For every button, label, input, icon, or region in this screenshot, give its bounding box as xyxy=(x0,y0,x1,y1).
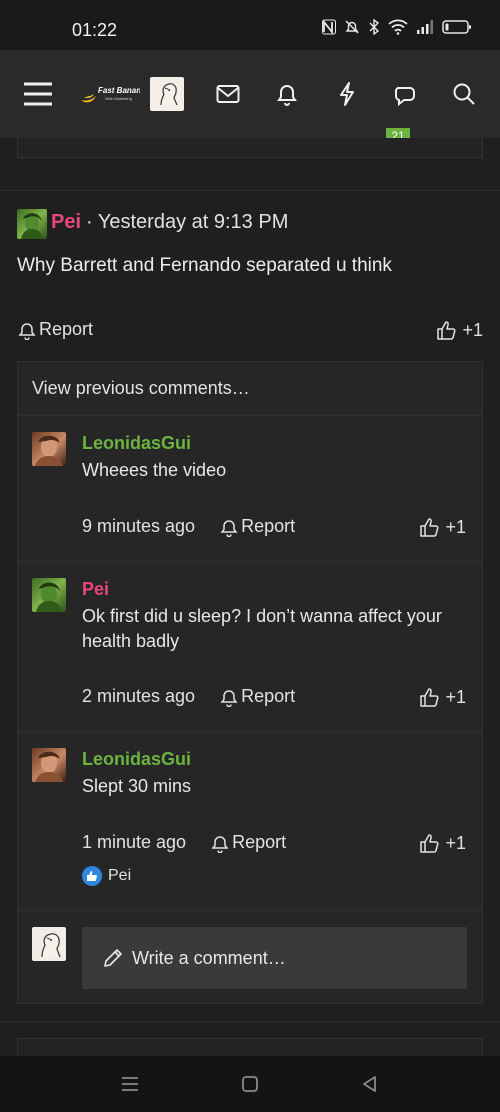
comment-like-label: +1 xyxy=(445,832,466,853)
post-author-name[interactable]: Pei xyxy=(51,211,81,234)
thread-page: Pei · Yesterday at 9:13 PM Why Barrett a… xyxy=(0,138,500,1056)
write-comment-row: Write a comment… xyxy=(18,911,482,1003)
comment-author-name[interactable]: Pei xyxy=(82,579,109,600)
comment-author-avatar[interactable] xyxy=(32,748,66,782)
user-avatar[interactable] xyxy=(150,77,184,111)
reactor-name: Pei xyxy=(108,867,132,884)
status-bar: 01:22 xyxy=(0,0,500,50)
reactions-list[interactable]: Pei xyxy=(82,866,131,886)
recent-apps-icon[interactable] xyxy=(116,1070,144,1098)
view-previous-comments[interactable]: View previous comments… xyxy=(18,362,482,416)
status-icons xyxy=(322,18,472,38)
top-navbar: Fast Banana Web Marketing 21 xyxy=(0,50,500,144)
lightning-icon[interactable] xyxy=(329,76,365,112)
bell-icon xyxy=(220,689,238,707)
signal-icon xyxy=(416,19,434,38)
system-navigation-bar xyxy=(0,1056,500,1112)
post-separator: · xyxy=(86,211,93,233)
next-post-edge xyxy=(17,1038,483,1056)
comment-report-label: Report xyxy=(241,516,296,536)
comment-item: LeonidasGui Slept 30 mins 1 minute ago R… xyxy=(18,732,482,911)
comment-like-button[interactable]: +1 xyxy=(419,832,466,854)
comment-report-button[interactable]: Report xyxy=(219,516,295,537)
thumbs-up-icon xyxy=(420,834,439,853)
comment-meta: 2 minutes ago Report xyxy=(82,686,295,707)
post-timestamp[interactable]: · Yesterday at 9:13 PM xyxy=(86,211,288,234)
comment-report-label: Report xyxy=(241,686,296,706)
comment-author-avatar[interactable] xyxy=(32,578,66,612)
post-time-text: Yesterday at 9:13 PM xyxy=(97,211,289,233)
pencil-icon xyxy=(104,949,122,967)
post-author-avatar[interactable] xyxy=(17,209,47,239)
bluetooth-icon xyxy=(368,18,380,38)
previous-post-edge xyxy=(17,138,483,158)
nfc-icon xyxy=(322,19,336,38)
battery-icon xyxy=(442,19,472,38)
like-reaction-icon xyxy=(82,866,102,886)
comment-author-avatar[interactable] xyxy=(32,432,66,466)
bell-icon[interactable] xyxy=(269,76,305,112)
post-like-label: +1 xyxy=(462,319,483,340)
comment-item: LeonidasGui Wheees the video 9 minutes a… xyxy=(18,416,482,562)
mail-icon[interactable] xyxy=(210,76,246,112)
comment-author-name[interactable]: LeonidasGui xyxy=(82,749,191,770)
bell-icon xyxy=(211,835,229,853)
profile-post: Pei · Yesterday at 9:13 PM Why Barrett a… xyxy=(0,190,500,1022)
post-report-label: Report xyxy=(39,319,94,339)
mute-icon xyxy=(344,19,360,38)
status-time: 01:22 xyxy=(72,20,118,40)
bell-icon xyxy=(18,322,36,340)
comment-meta: 9 minutes ago Report xyxy=(82,516,295,537)
post-like-button[interactable]: +1 xyxy=(436,319,483,341)
wifi-icon xyxy=(388,19,408,38)
comment-text: Slept 30 mins xyxy=(82,776,192,796)
post-report-button[interactable]: Report xyxy=(17,319,483,340)
thumbs-up-icon xyxy=(420,518,439,537)
logo-text: Fast Banana xyxy=(98,86,140,95)
thumbs-up-icon xyxy=(420,688,439,707)
comment-report-label: Report xyxy=(232,832,287,852)
menu-icon[interactable] xyxy=(20,76,56,112)
post-body: Why Barrett and Fernando separated u thi… xyxy=(17,255,392,276)
write-comment-input[interactable]: Write a comment… xyxy=(82,927,467,989)
comment-item: Pei Ok first did u sleep? I don’t wanna … xyxy=(18,562,482,732)
search-icon[interactable] xyxy=(446,76,482,112)
home-icon[interactable] xyxy=(236,1070,264,1098)
comment-like-label: +1 xyxy=(445,516,466,537)
view-previous-label: View previous comments… xyxy=(32,378,250,398)
chat-icon[interactable] xyxy=(388,76,424,112)
comments-block: View previous comments… LeonidasGui Whee… xyxy=(17,361,483,1004)
comment-text: Ok first did u sleep? I don’t wanna affe… xyxy=(82,606,442,651)
comment-report-button[interactable]: Report xyxy=(219,686,295,707)
comment-report-button[interactable]: Report xyxy=(210,832,286,853)
comment-like-button[interactable]: +1 xyxy=(419,516,466,538)
current-user-avatar xyxy=(32,927,66,961)
comment-time[interactable]: 2 minutes ago xyxy=(82,686,195,707)
comment-like-label: +1 xyxy=(445,686,466,707)
thumbs-up-icon xyxy=(437,321,456,340)
comment-text: Wheees the video xyxy=(82,460,227,480)
logo-subtext: Web Marketing xyxy=(105,96,132,101)
comment-meta: 1 minute ago Report xyxy=(82,832,286,853)
post-actions: Report +1 xyxy=(17,319,483,343)
comment-like-button[interactable]: +1 xyxy=(419,686,466,708)
write-comment-placeholder: Write a comment… xyxy=(132,947,286,968)
back-icon[interactable] xyxy=(356,1070,384,1098)
site-logo[interactable]: Fast Banana Web Marketing xyxy=(78,76,140,112)
comment-time[interactable]: 9 minutes ago xyxy=(82,516,195,537)
comment-time[interactable]: 1 minute ago xyxy=(82,832,186,853)
bell-icon xyxy=(220,519,238,537)
comment-author-name[interactable]: LeonidasGui xyxy=(82,433,191,454)
